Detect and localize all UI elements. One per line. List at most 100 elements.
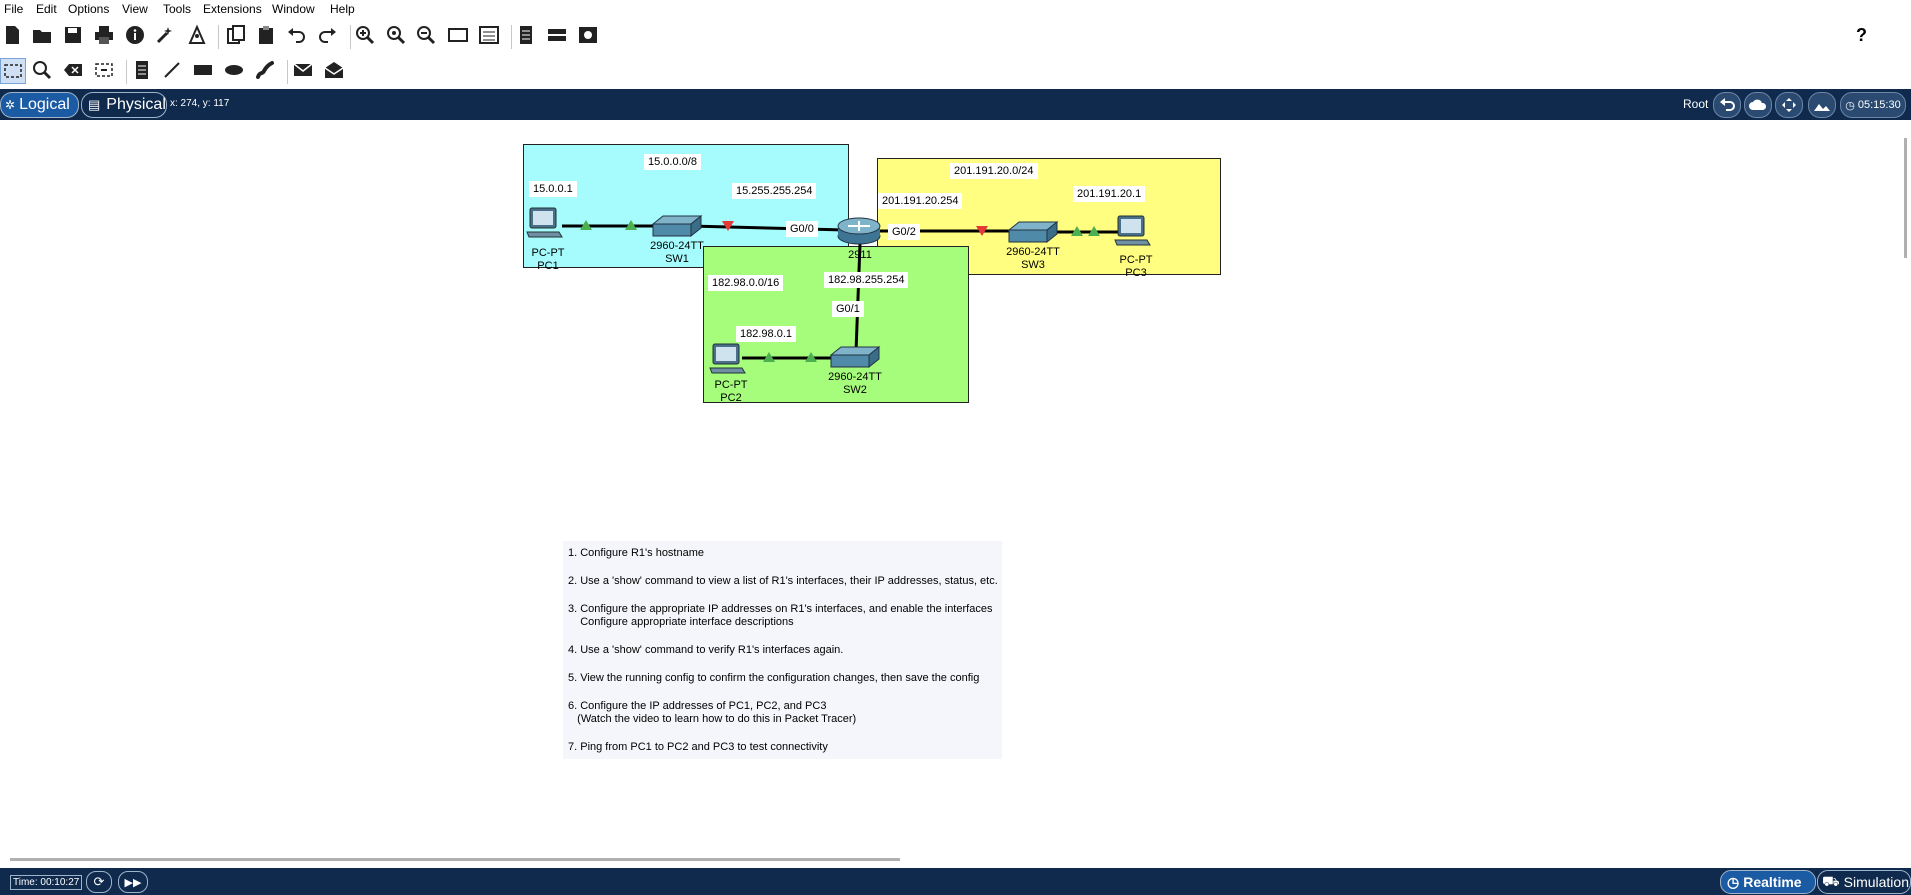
coordinates-readout: x: 274, y: 117 [170, 98, 230, 109]
undo-icon[interactable] [284, 23, 308, 47]
line-icon[interactable] [160, 58, 184, 82]
sw1-icon[interactable] [651, 214, 703, 241]
complex-pdu-icon[interactable] [322, 58, 346, 82]
network-icon[interactable] [185, 23, 209, 47]
pc3-label: PC-PT PC3 [1119, 254, 1153, 279]
drawing-toolbar [0, 54, 1911, 89]
realtime-mode-button[interactable]: ◷ Realtime [1720, 870, 1816, 894]
g01-interface-label[interactable]: G0/1 [832, 301, 864, 317]
menu-options[interactable]: Options [68, 2, 109, 16]
sw2-label: 2960-24TT SW2 [828, 371, 882, 396]
pc3-icon[interactable] [1114, 214, 1152, 251]
clock-button[interactable]: ◷ 05:15:30 [1840, 92, 1906, 118]
zoom-out-icon[interactable] [414, 23, 438, 47]
logical-icon: ✲ [5, 98, 16, 112]
vertical-scrollbar-track [1900, 120, 1911, 868]
physical-icon: ▤ [88, 97, 101, 112]
device-icon[interactable] [545, 23, 569, 47]
router-r1-label: 2911 [848, 249, 872, 261]
move-icon[interactable] [1775, 92, 1803, 118]
instruction-line: 2. Use a 'show' command to view a list o… [568, 575, 998, 587]
network-label-182[interactable]: 182.98.0.0/16 [708, 275, 784, 291]
horizontal-scrollbar[interactable] [10, 858, 900, 861]
simple-pdu-icon[interactable] [291, 58, 315, 82]
pc2-icon[interactable] [709, 342, 747, 379]
cloud-icon[interactable] [1744, 92, 1772, 118]
r1-g02-ip-label[interactable]: 201.191.20.254 [878, 193, 963, 209]
note-icon[interactable] [130, 58, 154, 82]
r1-g00-ip-label[interactable]: 15.255.255.254 [732, 183, 817, 199]
status-bar: Time: 00:10:27 ⟳ ▶▶ ◷ Realtime ⛟ Simulat… [0, 868, 1911, 895]
rectangle-icon[interactable] [191, 58, 215, 82]
paste-icon[interactable] [254, 23, 278, 47]
instruction-line: 1. Configure R1's hostname [568, 547, 705, 559]
clock-icon: ◷ [1845, 99, 1855, 112]
menu-edit[interactable]: Edit [36, 2, 57, 16]
freeform-icon[interactable] [253, 58, 277, 82]
resize-icon[interactable] [92, 58, 116, 82]
open-folder-icon[interactable] [30, 23, 54, 47]
zoom-in-icon[interactable] [353, 23, 377, 47]
pc1-icon[interactable] [526, 206, 564, 243]
background-image-icon[interactable] [1808, 92, 1836, 118]
ellipse-icon[interactable] [222, 58, 246, 82]
copy-icon[interactable] [224, 23, 248, 47]
pc1-ip-label[interactable]: 15.0.0.1 [529, 181, 577, 197]
info-icon[interactable] [123, 23, 147, 47]
instruction-line: Configure appropriate interface descript… [568, 616, 794, 628]
new-file-icon[interactable] [0, 23, 24, 47]
instruction-line: 4. Use a 'show' command to verify R1's i… [568, 644, 844, 656]
instruction-line: (Watch the video to learn how to do this… [568, 713, 857, 725]
select-icon[interactable] [0, 58, 26, 84]
menu-tools[interactable]: Tools [163, 2, 191, 16]
tab-logical[interactable]: ✲ Logical [0, 92, 79, 118]
sw3-label: 2960-24TT SW3 [1006, 246, 1060, 271]
instructions-note[interactable]: 1. Configure R1's hostname 2. Use a 'sho… [563, 541, 1002, 759]
pc2-label: PC-PT PC2 [714, 379, 748, 404]
sw3-icon[interactable] [1007, 220, 1059, 247]
workspace-navbar: ✲ Logical ▤ Physical x: 274, y: 117 Root… [0, 89, 1911, 120]
network-label-15[interactable]: 15.0.0.0/8 [644, 154, 701, 170]
rectangle-view-icon[interactable] [446, 23, 470, 47]
menu-window[interactable]: Window [272, 2, 315, 16]
delete-icon[interactable] [61, 58, 85, 82]
pdu-list-icon[interactable] [514, 23, 538, 47]
sw2-icon[interactable] [829, 345, 881, 372]
zoom-reset-icon[interactable] [384, 23, 408, 47]
simulation-icon: ⛟ [1822, 872, 1840, 889]
simulation-label: Simulation [1843, 874, 1909, 890]
menu-file[interactable]: File [4, 2, 23, 16]
simulation-mode-button[interactable]: ⛟ Simulation [1817, 870, 1911, 894]
inspect-icon[interactable] [30, 58, 54, 82]
wizard-icon[interactable] [154, 23, 178, 47]
pc1-label: PC-PT PC1 [531, 247, 565, 272]
fast-forward-icon[interactable]: ▶▶ [118, 871, 148, 893]
save-icon[interactable] [61, 23, 85, 47]
realtime-clock-icon: ◷ [1727, 873, 1740, 890]
tab-physical-label: Physical [106, 96, 166, 113]
tab-physical[interactable]: ▤ Physical [81, 92, 167, 118]
power-cycle-icon[interactable]: ⟳ [86, 871, 112, 893]
menu-help[interactable]: Help [330, 2, 355, 16]
r1-g01-ip-label[interactable]: 182.98.255.254 [824, 272, 909, 288]
sw1-label: 2960-24TT SW1 [650, 240, 704, 265]
g00-interface-label[interactable]: G0/0 [786, 221, 818, 237]
image-icon[interactable] [576, 23, 600, 47]
palette-icon[interactable] [477, 23, 501, 47]
instruction-line: 5. View the running config to confirm th… [568, 672, 980, 684]
g02-interface-label[interactable]: G0/2 [888, 224, 920, 240]
main-toolbar: ? [0, 17, 1911, 54]
tab-logical-label: Logical [19, 96, 70, 113]
network-label-201[interactable]: 201.191.20.0/24 [950, 163, 1038, 179]
menu-extensions[interactable]: Extensions [203, 2, 262, 16]
print-icon[interactable] [92, 23, 116, 47]
help-icon[interactable]: ? [1856, 25, 1867, 46]
pc3-ip-label[interactable]: 201.191.20.1 [1073, 186, 1146, 202]
redo-icon[interactable] [316, 23, 340, 47]
logical-workspace[interactable]: PC-PT PC1 2960-24TT SW1 2911 2960-24TT SW3 … [0, 120, 1900, 868]
back-icon[interactable] [1713, 92, 1741, 118]
vertical-scrollbar[interactable] [1904, 138, 1907, 258]
router-r1-icon[interactable] [836, 216, 882, 249]
pc2-ip-label[interactable]: 182.98.0.1 [736, 326, 796, 342]
menu-view[interactable]: View [122, 2, 148, 16]
